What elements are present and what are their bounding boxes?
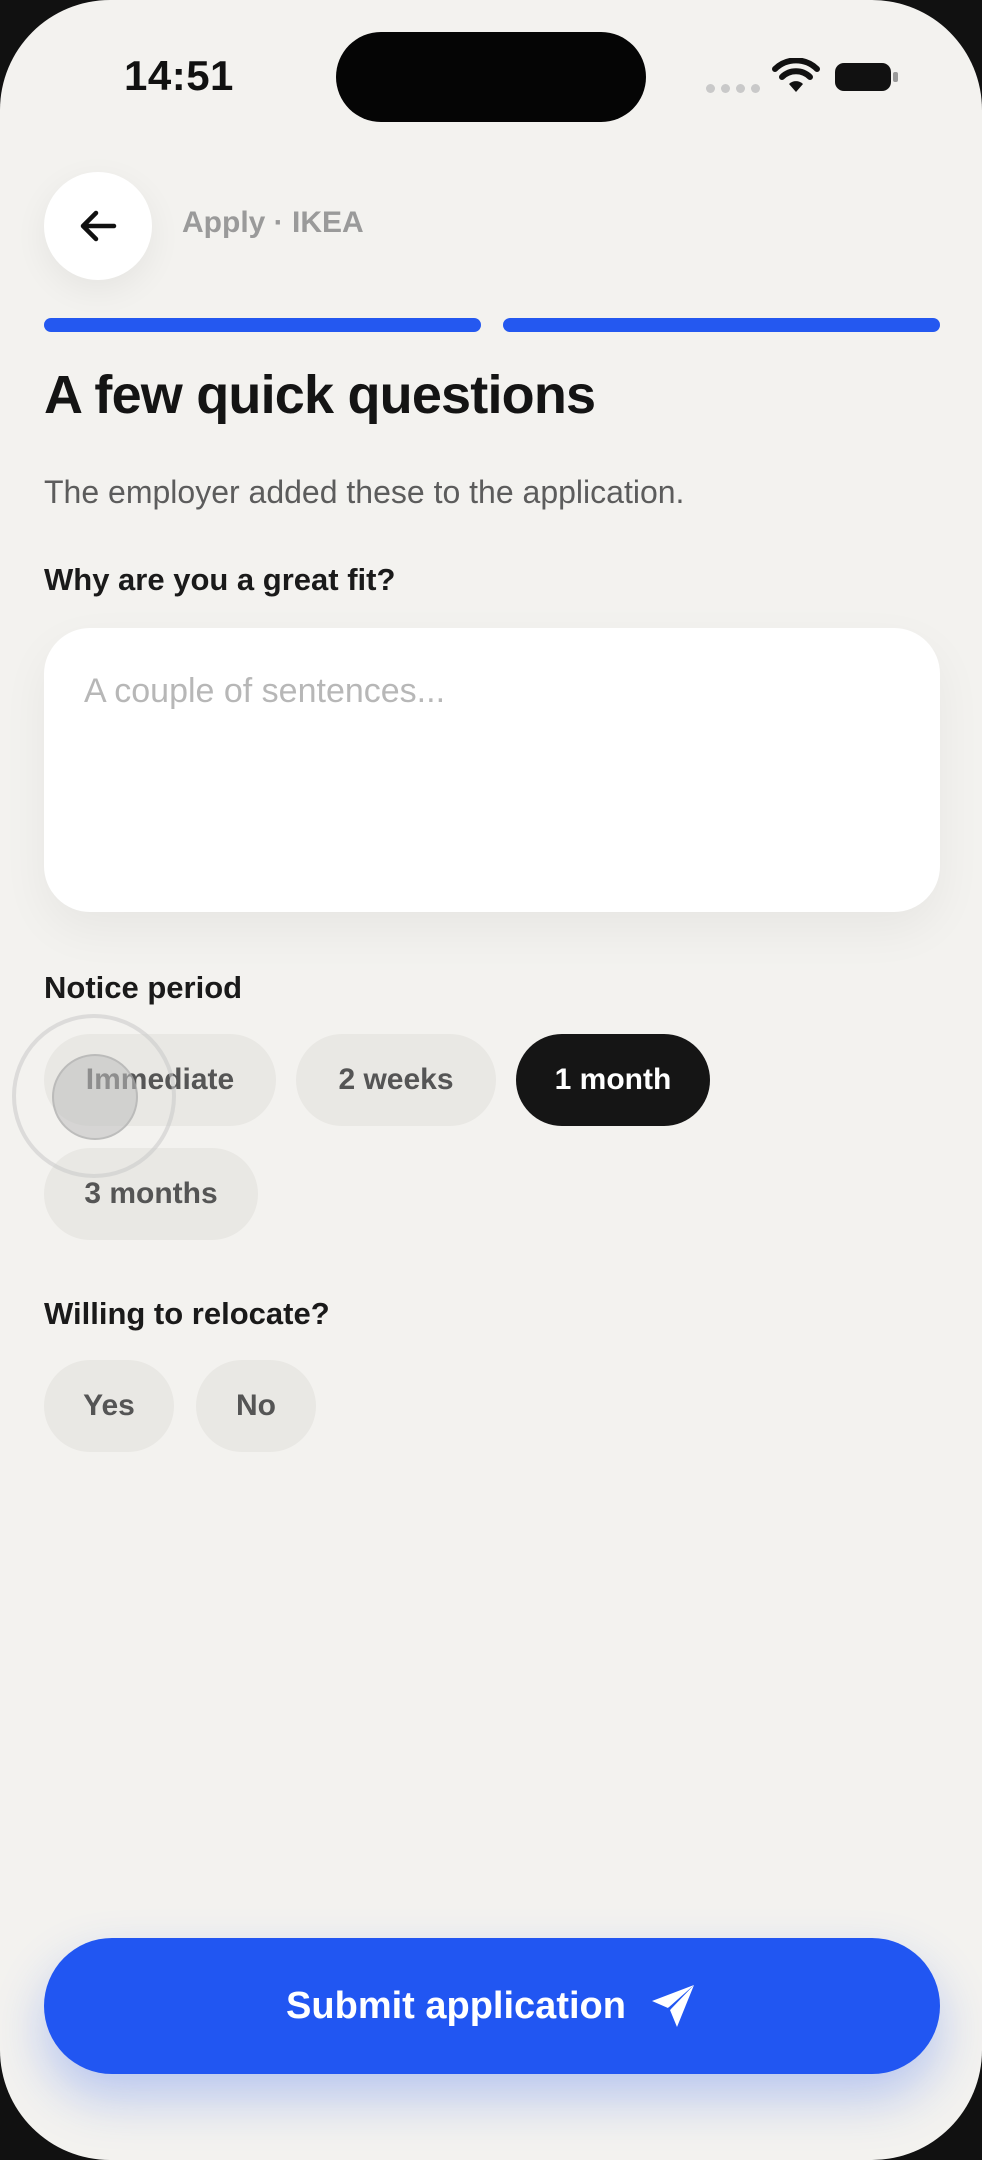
arrow-left-icon bbox=[80, 210, 117, 242]
back-button[interactable] bbox=[44, 172, 152, 280]
progress-segment bbox=[44, 318, 481, 332]
notice-option-1-month[interactable]: 1 month bbox=[516, 1034, 710, 1126]
notice-period-label: Notice period bbox=[44, 970, 243, 1005]
page-title: A few quick questions bbox=[44, 365, 596, 425]
notice-option-2-weeks[interactable]: 2 weeks bbox=[296, 1034, 496, 1126]
wifi-icon bbox=[772, 58, 820, 92]
progress-segment bbox=[503, 318, 940, 332]
battery-icon bbox=[835, 63, 898, 91]
fit-answer-input[interactable] bbox=[44, 628, 940, 912]
status-time: 14:51 bbox=[124, 52, 234, 99]
touch-indicator-dot bbox=[52, 1054, 138, 1140]
fit-question-label: Why are you a great fit? bbox=[44, 562, 396, 597]
send-icon bbox=[651, 1985, 694, 2027]
relocate-option-yes[interactable]: Yes bbox=[44, 1360, 174, 1452]
dynamic-island bbox=[336, 32, 646, 122]
device-frame: 14:51 Apply · IKEA A few quick questions… bbox=[0, 0, 982, 2160]
app-screen: 14:51 Apply · IKEA A few quick questions… bbox=[0, 0, 982, 2160]
relocate-question-label: Willing to relocate? bbox=[44, 1296, 330, 1331]
submit-button-label: Submit application bbox=[286, 1984, 626, 2027]
page-subtitle: The employer added these to the applicat… bbox=[44, 474, 685, 510]
submit-application-button[interactable]: Submit application bbox=[44, 1938, 940, 2074]
step-progress bbox=[44, 318, 940, 332]
relocate-option-no[interactable]: No bbox=[196, 1360, 316, 1452]
cellular-signal-icon bbox=[706, 84, 760, 93]
header-title: Apply · IKEA bbox=[182, 206, 364, 239]
